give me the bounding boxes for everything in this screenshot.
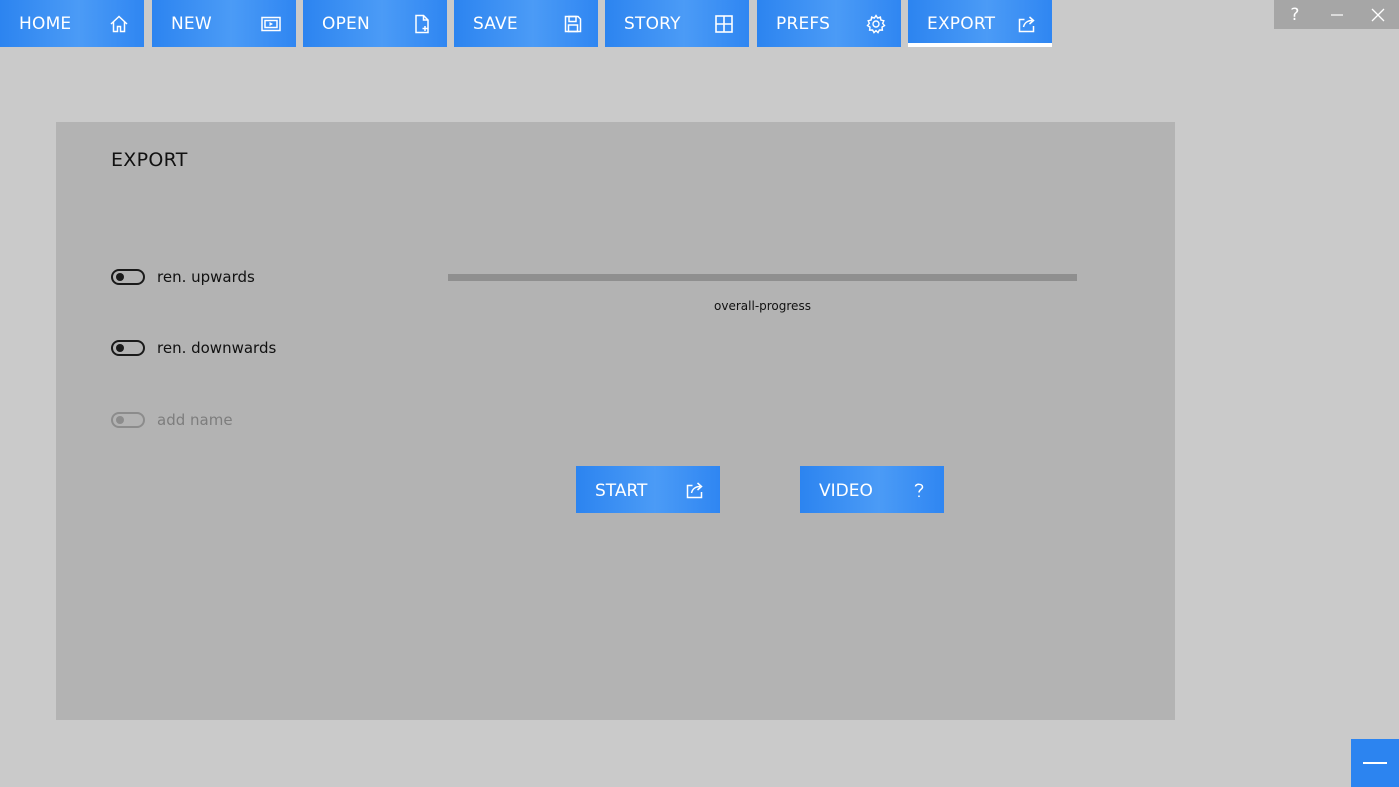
toggle-knob [116, 344, 124, 352]
window-controls: ? [1274, 0, 1399, 29]
close-button[interactable] [1357, 0, 1399, 29]
nav-save-label: SAVE [473, 14, 518, 34]
ren-upwards-label: ren. upwards [157, 268, 255, 286]
overall-progress-bar [448, 274, 1077, 281]
nav-home-button[interactable]: HOME [0, 0, 144, 47]
start-label: START [595, 481, 648, 501]
video-label: VIDEO [819, 481, 873, 501]
minimize-icon [1330, 8, 1344, 22]
add-name-label: add name [157, 411, 233, 429]
ren-downwards-label: ren. downwards [157, 339, 277, 357]
collapse-button[interactable] [1351, 739, 1399, 787]
app-window: HOME NEW OPEN SAVE STORY PREFS EXPORT ? … [0, 0, 1399, 787]
nav-open-label: OPEN [322, 14, 370, 34]
ren-upwards-toggle[interactable] [111, 269, 145, 285]
share-icon [684, 479, 706, 501]
save-icon [562, 13, 584, 35]
minus-icon [1363, 762, 1387, 764]
video-button[interactable]: VIDEO [800, 466, 944, 513]
new-slide-icon [260, 13, 282, 35]
nav-prefs-label: PREFS [776, 14, 831, 34]
toggle-row-ren-upwards: ren. upwards [111, 267, 255, 287]
add-name-toggle[interactable] [111, 412, 145, 428]
nav-story-label: STORY [624, 14, 681, 34]
export-panel: EXPORT ren. upwards ren. downwards add n… [56, 122, 1175, 720]
nav-export-label: EXPORT [927, 14, 996, 34]
help-button[interactable]: ? [1274, 0, 1316, 29]
nav-new-button[interactable]: NEW [152, 0, 296, 47]
grid-icon [713, 13, 735, 35]
nav-story-button[interactable]: STORY [605, 0, 749, 47]
nav-home-label: HOME [19, 14, 72, 34]
close-icon [1371, 8, 1385, 22]
minimize-button[interactable] [1316, 0, 1358, 29]
help-label: ? [1290, 4, 1300, 25]
progress-caption: overall-progress [714, 299, 811, 313]
home-icon [108, 13, 130, 35]
nav-export-button[interactable]: EXPORT [908, 0, 1052, 47]
toggle-knob [116, 416, 124, 424]
open-file-icon [411, 13, 433, 35]
question-icon [908, 479, 930, 501]
share-icon [1016, 13, 1038, 35]
nav-open-button[interactable]: OPEN [303, 0, 447, 47]
toggle-row-ren-downwards: ren. downwards [111, 338, 276, 358]
start-button[interactable]: START [576, 466, 720, 513]
toggle-row-add-name: add name [111, 410, 233, 430]
nav-new-label: NEW [171, 14, 212, 34]
nav-prefs-button[interactable]: PREFS [757, 0, 901, 47]
ren-downwards-toggle[interactable] [111, 340, 145, 356]
toggle-knob [116, 273, 124, 281]
gear-icon [865, 13, 887, 35]
panel-title: EXPORT [111, 149, 188, 171]
nav-save-button[interactable]: SAVE [454, 0, 598, 47]
